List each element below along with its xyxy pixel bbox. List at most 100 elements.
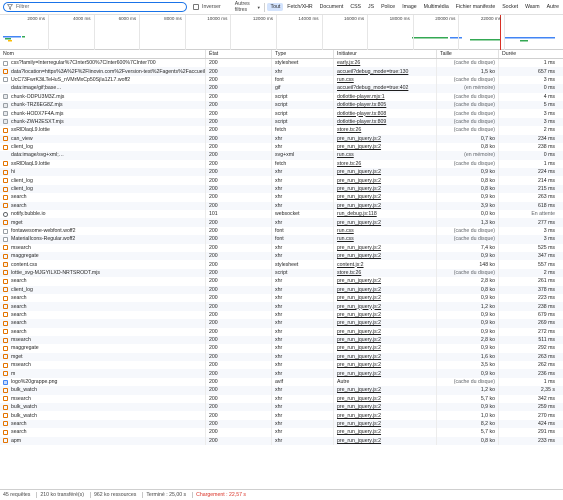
request-name-cell[interactable]: sxRlDlaqL9.lottie — [0, 126, 205, 134]
request-row[interactable]: content.css 200 stylesheet content.js:2 148 … — [0, 260, 563, 269]
type-filter-button[interactable]: Tout — [267, 3, 284, 11]
request-row[interactable]: search 200 xhr pre_run_jquery.js:2 0,9 ko 679… — [0, 310, 563, 320]
request-initiator-link[interactable]: early.js:26 — [337, 60, 360, 66]
request-name-cell[interactable]: css?family=Interregular%7CInter500%7CInt… — [0, 59, 205, 67]
request-initiator-link[interactable]: accueil?debug_mode=true:402 — [337, 85, 408, 91]
request-initiator-link[interactable]: store.ts:26 — [337, 127, 361, 133]
request-name-cell[interactable]: apm — [0, 437, 205, 445]
request-name-cell[interactable]: search — [0, 428, 205, 436]
request-name-cell[interactable]: bulk_watch — [0, 411, 205, 419]
request-name-cell[interactable]: client_log — [0, 143, 205, 151]
request-name-cell[interactable]: sxRlDlaqL9.lottie — [0, 160, 205, 168]
request-name-cell[interactable]: data?location=https%3A%2F%2Flinovin.com%… — [0, 67, 205, 75]
type-filter-button[interactable]: Image — [399, 3, 419, 11]
request-initiator-link[interactable]: pre_run_jquery.js:2 — [337, 362, 381, 368]
request-name-cell[interactable]: content.css — [0, 260, 205, 268]
request-initiator-link[interactable]: pre_run_jquery.js:2 — [337, 429, 381, 435]
request-row[interactable]: maggregate 200 xhr pre_run_jquery.js:2 0,9 k… — [0, 344, 563, 353]
request-initiator-link[interactable]: pre_run_jquery.js:2 — [337, 421, 381, 427]
request-initiator-link[interactable]: run.css — [337, 152, 354, 158]
request-initiator-link[interactable]: pre_run_jquery.js:2 — [337, 278, 381, 284]
column-header-name[interactable]: Nom — [0, 50, 205, 58]
request-initiator-link[interactable]: accueil?debug_mode=true:130 — [337, 69, 408, 75]
column-header-size[interactable]: Taille — [436, 50, 498, 58]
request-name-cell[interactable]: bulk_watch — [0, 403, 205, 411]
type-filter-button[interactable]: JS — [365, 3, 377, 11]
request-name-cell[interactable]: bulk_watch — [0, 386, 205, 394]
filter-input-box[interactable] — [3, 2, 187, 12]
request-name-cell[interactable]: client_log — [0, 176, 205, 184]
request-name-cell[interactable]: search — [0, 319, 205, 327]
request-initiator-link[interactable]: run.css — [337, 77, 354, 83]
type-filter-button[interactable]: Police — [378, 3, 398, 11]
request-name-cell[interactable]: search — [0, 311, 205, 319]
request-initiator-link[interactable]: store.ts:26 — [337, 161, 361, 167]
request-initiator-link[interactable]: pre_run_jquery.js:2 — [337, 287, 381, 293]
request-initiator-link[interactable]: pre_run_jquery.js:2 — [337, 371, 381, 377]
column-header-type[interactable]: Type — [271, 50, 333, 58]
request-name-cell[interactable]: msearch — [0, 244, 205, 252]
request-row[interactable]: bulk_watch 200 xhr pre_run_jquery.js:2 1,2 k… — [0, 386, 563, 395]
request-row[interactable]: mget 200 xhr pre_run_jquery.js:2 1,3 ko 277 m… — [0, 218, 563, 227]
request-name-cell[interactable]: chunk-ODPU3M3Z.mjs — [0, 93, 205, 101]
request-name-cell[interactable]: search — [0, 302, 205, 310]
request-name-cell[interactable]: MaterialIcons-Regular.woff2 — [0, 235, 205, 243]
request-name-cell[interactable]: maggregate — [0, 252, 205, 260]
request-name-cell[interactable]: can_view — [0, 135, 205, 143]
type-filter-button[interactable]: Socket — [499, 3, 521, 11]
request-row[interactable]: fontawesome-webfont.woff2 200 font run.css (… — [0, 226, 563, 236]
request-initiator-link[interactable]: pre_run_jquery.js:2 — [337, 295, 381, 301]
request-initiator-link[interactable]: pre_run_jquery.js:2 — [337, 203, 381, 209]
request-row[interactable]: chunk-ODPU3M3Z.mjs 200 script dotlottie-pla… — [0, 92, 563, 101]
request-row[interactable]: MaterialIcons-Regular.woff2 200 font run.cs… — [0, 235, 563, 244]
request-row[interactable]: chunk-HODX7F4A.mjs 200 script dotlottie-pla… — [0, 109, 563, 118]
request-row[interactable]: chunk-ZWH2ESXT.mjs 200 script dotlottie-pla… — [0, 117, 563, 127]
request-row[interactable]: data:image/gif;base… 200 gif accueil?debug_… — [0, 84, 563, 93]
request-row[interactable]: data:image/svg+xml;… 200 svg+xml run.css (en… — [0, 151, 563, 160]
request-row[interactable]: search 200 xhr pre_run_jquery.js:2 2,8 ko 261… — [0, 277, 563, 286]
request-initiator-link[interactable]: pre_run_jquery.js:2 — [337, 329, 381, 335]
invert-checkbox[interactable]: Inverser — [193, 4, 221, 10]
request-name-cell[interactable]: data:image/gif;base… — [0, 84, 205, 92]
request-initiator-link[interactable]: pre_run_jquery.js:2 — [337, 194, 381, 200]
request-name-cell[interactable]: chunk-TRZ6EG8Z.mjs — [0, 101, 205, 109]
request-name-cell[interactable]: chunk-HODX7F4A.mjs — [0, 109, 205, 117]
column-header-initiator[interactable]: Initiateur — [333, 50, 436, 58]
request-initiator-link[interactable]: dotlottie-player.ts:809 — [337, 119, 386, 125]
request-row[interactable]: search 200 xhr pre_run_jquery.js:2 3,9 ko 618… — [0, 201, 563, 211]
request-initiator-link[interactable]: pre_run_jquery.js:2 — [337, 144, 381, 150]
request-row[interactable]: lottie_svg-MJGYILXD-NRTSRODT.mjs 200 scrip… — [0, 268, 563, 278]
request-initiator-link[interactable]: run_debug.js:118 — [337, 211, 377, 217]
request-initiator-link[interactable]: store.ts:26 — [337, 270, 361, 276]
request-row[interactable]: client_log 200 xhr pre_run_jquery.js:2 0,8 k… — [0, 285, 563, 294]
request-name-cell[interactable]: search — [0, 328, 205, 336]
request-name-cell[interactable]: client_log — [0, 185, 205, 193]
request-initiator-link[interactable]: pre_run_jquery.js:2 — [337, 253, 381, 259]
request-row[interactable]: msearch 200 xhr pre_run_jquery.js:2 3,5 ko 26… — [0, 361, 563, 370]
type-filter-button[interactable]: Multimédia — [421, 3, 452, 11]
request-initiator-link[interactable]: pre_run_jquery.js:2 — [337, 178, 381, 184]
request-name-cell[interactable]: search — [0, 420, 205, 428]
request-name-cell[interactable]: mget — [0, 218, 205, 226]
request-initiator-link[interactable]: pre_run_jquery.js:2 — [337, 245, 381, 251]
request-name-cell[interactable]: UcC73FwrK3iLTeHuS_nVMrMxCp50SjIa1ZL7.wof… — [0, 76, 205, 84]
column-header-time[interactable]: Durée — [498, 50, 558, 58]
request-initiator-link[interactable]: pre_run_jquery.js:2 — [337, 354, 381, 360]
request-initiator-link[interactable]: pre_run_jquery.js:2 — [337, 186, 381, 192]
request-row[interactable]: can_view 200 xhr pre_run_jquery.js:2 0,7 ko 2… — [0, 134, 563, 143]
request-name-cell[interactable]: msearch — [0, 336, 205, 344]
request-name-cell[interactable]: hi — [0, 168, 205, 176]
request-row[interactable]: mget 200 xhr pre_run_jquery.js:2 1,6 ko 263 m… — [0, 352, 563, 362]
type-filter-button[interactable]: CSS — [347, 3, 364, 11]
request-row[interactable]: css?family=Interregular%7CInter500%7CInt… — [0, 59, 563, 68]
request-row[interactable]: msearch 200 xhr pre_run_jquery.js:2 5,7 ko 34… — [0, 394, 563, 404]
request-initiator-link[interactable]: pre_run_jquery.js:2 — [337, 337, 381, 343]
request-row[interactable]: msearch 200 xhr pre_run_jquery.js:2 2,8 ko 51… — [0, 335, 563, 345]
type-filter-button[interactable]: Document — [317, 3, 347, 11]
request-name-cell[interactable]: logo%20grappe.png — [0, 378, 205, 386]
request-row[interactable]: bulk_watch 200 xhr pre_run_jquery.js:2 0,9 k… — [0, 403, 563, 412]
request-row[interactable]: search 200 xhr pre_run_jquery.js:2 0,9 ko 272… — [0, 327, 563, 336]
request-row[interactable]: UcC73FwrK3iLTeHuS_nVMrMxCp50SjIa1ZL7.wof… — [0, 75, 563, 85]
request-name-cell[interactable]: search — [0, 294, 205, 302]
request-row[interactable]: search 200 xhr pre_run_jquery.js:2 0,9 ko 223… — [0, 293, 563, 303]
